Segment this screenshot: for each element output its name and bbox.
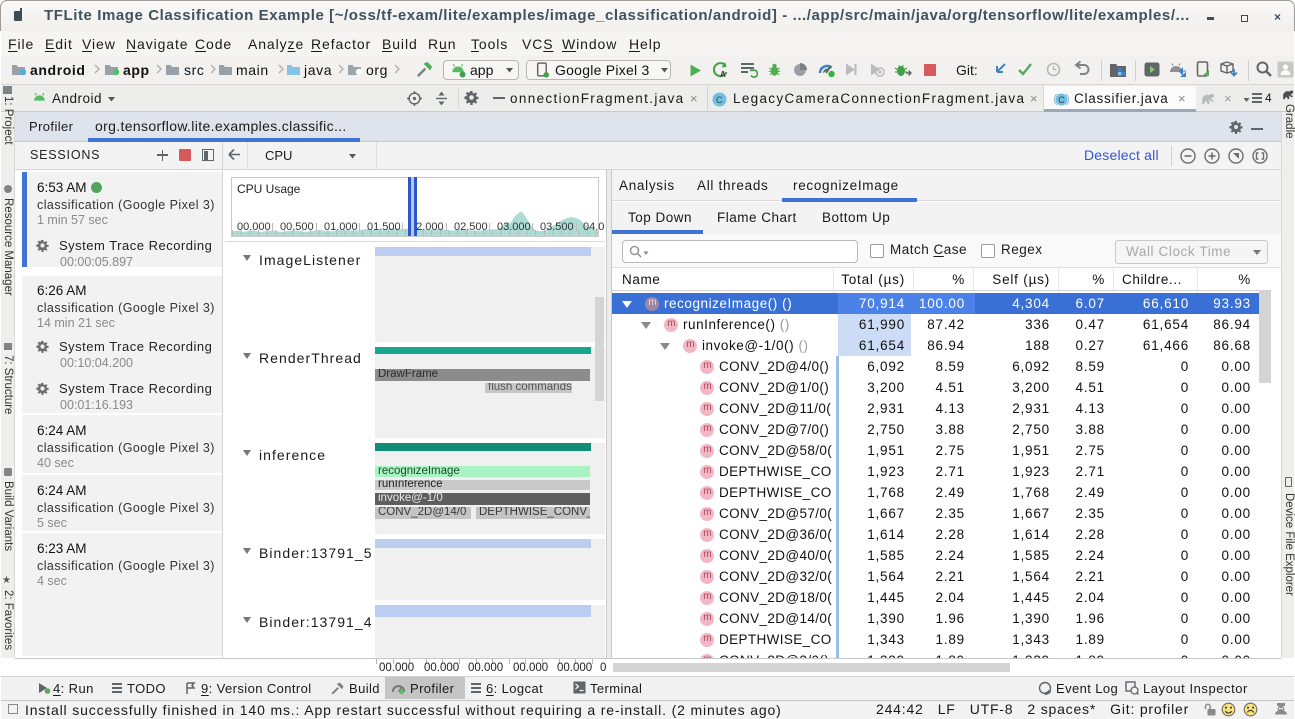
- svg-text:C: C: [716, 95, 723, 105]
- svg-text:C: C: [1058, 95, 1065, 105]
- svg-text:A: A: [720, 70, 726, 79]
